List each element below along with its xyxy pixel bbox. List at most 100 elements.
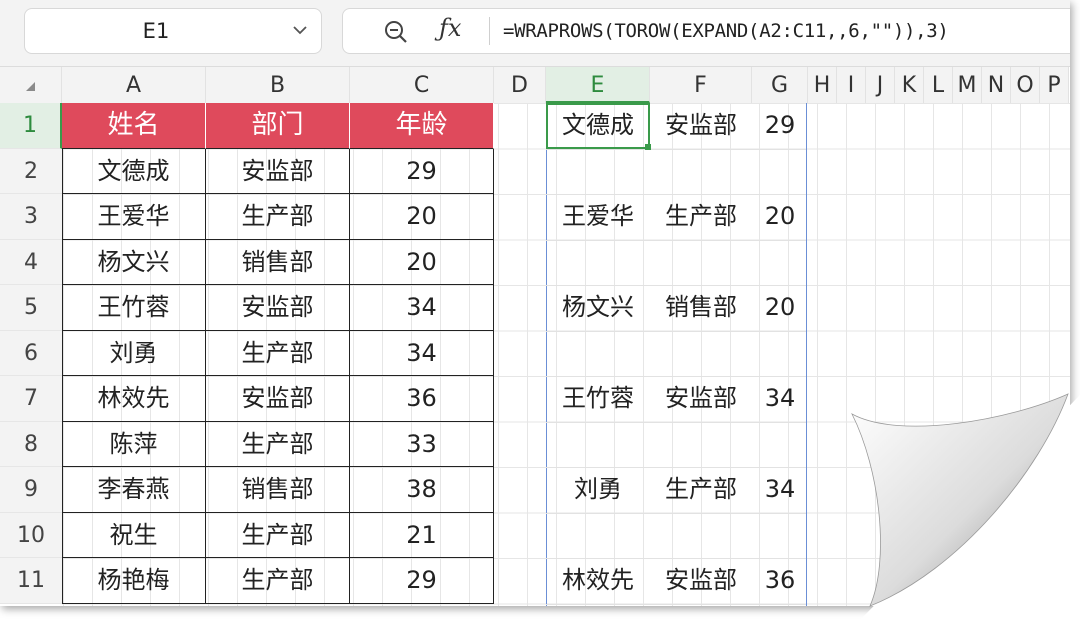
table-cell[interactable]: 20 [350,239,494,285]
column-header-k[interactable]: K [895,67,924,103]
column-header-n[interactable]: N [982,67,1011,103]
result-cell[interactable] [546,149,650,195]
result-cell[interactable]: 29 [752,103,808,149]
column-header-g[interactable]: G [752,67,808,103]
table-cell[interactable]: 安监部 [206,148,350,194]
row-header-11[interactable]: 11 [0,558,62,604]
table-cell[interactable]: 29 [350,558,494,604]
column-header-d[interactable]: D [494,67,546,103]
table-cell[interactable]: 34 [350,285,494,331]
result-cell[interactable] [546,240,650,286]
table-header-cell[interactable]: 年龄 [350,103,494,149]
table-cell[interactable]: 陈萍 [62,421,206,467]
fx-icon[interactable]: ƒx [439,14,461,42]
result-cell[interactable]: 杨文兴 [546,285,650,331]
result-cell[interactable]: 林效先 [546,558,650,604]
column-header-a[interactable]: A [62,67,206,103]
row-header-9[interactable]: 9 [0,467,62,513]
table-cell[interactable]: 20 [350,194,494,240]
row-header-8[interactable]: 8 [0,421,62,467]
result-cell[interactable]: 王爱华 [546,194,650,240]
result-cell[interactable] [752,513,808,559]
table-cell[interactable]: 销售部 [206,467,350,513]
table-cell[interactable]: 38 [350,467,494,513]
column-header-e[interactable]: E [546,67,650,103]
result-cell[interactable] [752,149,808,195]
name-box[interactable]: E1 [24,8,322,54]
row-header-10[interactable]: 10 [0,512,62,558]
result-cell[interactable] [546,331,650,377]
result-cell[interactable]: 生产部 [650,194,752,240]
table-header-cell[interactable]: 部门 [206,103,350,149]
result-cell[interactable] [752,331,808,377]
row-header-6[interactable]: 6 [0,330,62,376]
result-cell[interactable]: 36 [752,558,808,604]
result-cell[interactable]: 34 [752,467,808,513]
column-header-b[interactable]: B [206,67,350,103]
result-cell[interactable] [650,149,752,195]
table-cell[interactable]: 林效先 [62,376,206,422]
result-cell[interactable]: 生产部 [650,467,752,513]
table-cell[interactable]: 文德成 [62,148,206,194]
result-cell[interactable]: 王竹蓉 [546,376,650,422]
result-cell[interactable]: 安监部 [650,558,752,604]
result-cell[interactable] [752,240,808,286]
table-cell[interactable]: 杨文兴 [62,239,206,285]
table-cell[interactable]: 21 [350,512,494,558]
row-header-3[interactable]: 3 [0,194,62,240]
table-cell[interactable]: 生产部 [206,194,350,240]
row-header-7[interactable]: 7 [0,376,62,422]
table-cell[interactable]: 王竹蓉 [62,285,206,331]
table-cell[interactable]: 生产部 [206,512,350,558]
result-cell[interactable] [546,422,650,468]
column-header-m[interactable]: M [953,67,982,103]
column-header-j[interactable]: J [866,67,895,103]
result-cell[interactable] [650,422,752,468]
row-header-1[interactable]: 1 [0,103,62,149]
table-cell[interactable]: 祝生 [62,512,206,558]
formula-input[interactable]: =WRAPROWS(TOROW(EXPAND(A2:C11,,6,"")),3) [503,9,949,53]
fill-handle[interactable] [645,144,651,150]
table-cell[interactable]: 33 [350,421,494,467]
table-cell[interactable]: 安监部 [206,376,350,422]
result-cell[interactable]: 安监部 [650,376,752,422]
chevron-down-icon[interactable] [289,19,311,41]
result-cell[interactable]: 安监部 [650,103,752,149]
result-cell[interactable] [650,331,752,377]
table-cell[interactable]: 安监部 [206,285,350,331]
column-header-l[interactable]: L [924,67,953,103]
table-cell[interactable]: 生产部 [206,330,350,376]
row-header-5[interactable]: 5 [0,285,62,331]
row-header-2[interactable]: 2 [0,148,62,194]
active-cell-e1[interactable] [546,103,650,149]
result-cell[interactable]: 刘勇 [546,467,650,513]
result-cell[interactable]: 20 [752,194,808,240]
column-header-c[interactable]: C [350,67,494,103]
result-cell[interactable] [752,422,808,468]
table-cell[interactable]: 销售部 [206,239,350,285]
table-cell[interactable]: 29 [350,148,494,194]
select-all-corner[interactable] [0,67,62,103]
column-header-i[interactable]: I [837,67,866,103]
table-header-cell[interactable]: 姓名 [62,103,206,149]
table-cell[interactable]: 李春燕 [62,467,206,513]
table-cell[interactable]: 王爱华 [62,194,206,240]
result-cell[interactable]: 销售部 [650,285,752,331]
zoom-search-icon[interactable] [383,19,409,45]
table-cell[interactable]: 36 [350,376,494,422]
result-cell[interactable] [650,513,752,559]
table-cell[interactable]: 生产部 [206,421,350,467]
column-header-o[interactable]: O [1011,67,1040,103]
result-cell[interactable] [650,240,752,286]
row-header-4[interactable]: 4 [0,239,62,285]
result-cell[interactable]: 34 [752,376,808,422]
column-header-p[interactable]: P [1040,67,1069,103]
column-header-f[interactable]: F [650,67,752,103]
result-cell[interactable] [546,513,650,559]
result-cell[interactable]: 20 [752,285,808,331]
table-cell[interactable]: 34 [350,330,494,376]
table-cell[interactable]: 杨艳梅 [62,558,206,604]
column-header-h[interactable]: H [808,67,837,103]
table-cell[interactable]: 刘勇 [62,330,206,376]
table-cell[interactable]: 生产部 [206,558,350,604]
